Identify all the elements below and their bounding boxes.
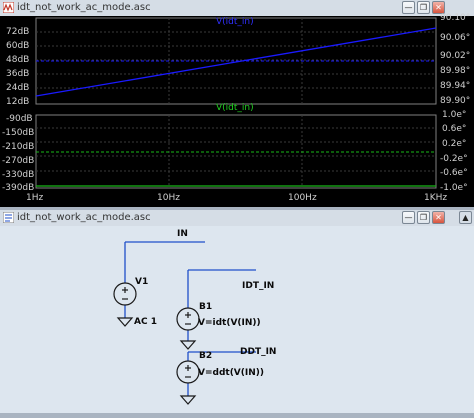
upper-right-tick: 89.90° [440, 96, 471, 106]
lower-right-tick: 0.2e° [442, 139, 467, 149]
component-label-b1[interactable]: B1 [199, 302, 212, 312]
minimize-button[interactable]: — [402, 1, 415, 14]
lower-left-tick: -270dB [2, 156, 35, 166]
upper-right-tick: 89.94° [440, 81, 471, 91]
waveform-app-icon [3, 2, 14, 13]
schematic-window-title: idt_not_work_ac_mode.asc [17, 212, 151, 223]
upper-left-tick: 60dB [6, 41, 30, 51]
v1-source-symbol [113, 282, 137, 306]
schematic-window-titlebar[interactable]: idt_not_work_ac_mode.asc — ❐ ✕ ▲ [0, 210, 474, 227]
lower-left-tick: -150dB [2, 128, 35, 138]
lower-right-tick: -1.0e° [440, 183, 468, 193]
lower-right-tick: 1.0e° [442, 110, 467, 120]
lower-left-tick: -90dB [6, 114, 33, 124]
net-label-in[interactable]: IN [177, 229, 188, 239]
upper-right-tick: 90.02° [440, 51, 471, 61]
ground-icon [116, 317, 134, 327]
lower-right-tick: -0.6e° [440, 168, 468, 178]
component-value-b2[interactable]: V=ddt(V(IN)) [198, 368, 264, 378]
plot-window-title: idt_not_work_ac_mode.asc [17, 2, 151, 13]
ground-icon [179, 340, 197, 350]
component-label-b2[interactable]: B2 [199, 351, 212, 361]
restore-button[interactable]: ❐ [417, 211, 430, 224]
upper-right-tick: 90.06° [440, 33, 471, 43]
component-label-v1[interactable]: V1 [135, 277, 148, 287]
upper-left-tick: 12dB [6, 97, 30, 107]
upper-left-tick: 72dB [6, 27, 30, 37]
lower-left-tick: -210dB [2, 142, 35, 152]
magnitude-trace [35, 27, 437, 97]
component-value-v1[interactable]: AC 1 [134, 317, 157, 327]
x-tick: 100Hz [288, 193, 317, 203]
upper-right-tick: 89.98° [440, 66, 471, 76]
net-label-ddt-in[interactable]: DDT_IN [240, 347, 276, 357]
lower-left-tick: -390dB [2, 183, 35, 193]
x-tick: 10Hz [157, 193, 180, 203]
x-tick: 1KHz [424, 193, 448, 203]
plot-window: idt_not_work_ac_mode.asc — ❐ ✕ V(idt_in)… [0, 0, 474, 208]
lower-left-tick: -330dB [2, 170, 35, 180]
upper-left-tick: 48dB [6, 55, 30, 65]
schematic-window: idt_not_work_ac_mode.asc — ❐ ✕ ▲ IN V1 A… [0, 210, 474, 413]
upper-left-tick: 36dB [6, 69, 30, 79]
lower-horizontal-gridlines [36, 127, 436, 172]
plot-area[interactable]: V(idt_in) V(idt_in) 72dB 60dB 48dB 36dB … [0, 13, 474, 207]
net-label-idt-in[interactable]: IDT_IN [242, 281, 274, 291]
x-tick: 1Hz [26, 193, 44, 203]
restore-button[interactable]: ❐ [417, 1, 430, 14]
upper-horizontal-gridlines [36, 31, 436, 89]
schematic-app-icon [3, 212, 14, 223]
b2-source-symbol [176, 360, 200, 384]
upper-right-tick: 90.10° [440, 13, 471, 23]
component-value-b1[interactable]: V=idt(V(IN)) [198, 318, 261, 328]
b1-source-symbol [176, 307, 200, 331]
scroll-up-button[interactable]: ▲ [459, 211, 472, 224]
lower-right-tick: 0.6e° [442, 124, 467, 134]
plot-window-titlebar[interactable]: idt_not_work_ac_mode.asc — ❐ ✕ [0, 0, 474, 17]
upper-trace-label[interactable]: V(idt_in) [216, 17, 254, 27]
upper-left-tick: 24dB [6, 83, 30, 93]
minimize-button[interactable]: — [402, 211, 415, 224]
lower-trace-label[interactable]: V(idt_in) [216, 103, 254, 113]
schematic-canvas[interactable]: IN V1 AC 1 B1 IDT_IN V=idt(V(IN)) B2 DDT… [0, 226, 474, 413]
ground-icon [179, 395, 197, 405]
close-button[interactable]: ✕ [432, 211, 445, 224]
lower-right-tick: -0.2e° [440, 154, 468, 164]
